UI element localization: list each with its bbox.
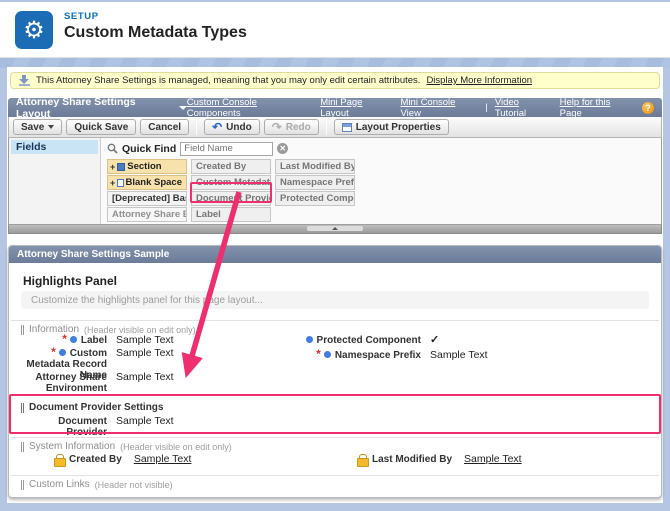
palette-item-attorney-share-en[interactable]: Attorney Share En... <box>107 207 187 222</box>
splitter-handle-icon[interactable] <box>307 226 363 231</box>
section-grip-icon <box>21 442 24 452</box>
highlights-panel-title: Highlights Panel <box>23 274 117 288</box>
palette-item-last-modified-by[interactable]: Last Modified By <box>275 159 355 174</box>
mini-console-view-link[interactable]: Mini Console View <box>401 97 479 119</box>
clear-search-icon[interactable]: ✕ <box>277 143 288 154</box>
custom-console-components-link[interactable]: Custom Console Components <box>187 97 314 119</box>
section-divider <box>11 320 659 321</box>
palette-column-3: Last Modified By Namespace Prefix Protec… <box>275 159 355 223</box>
palette-item-deprecated-base[interactable]: [Deprecated] Base... <box>107 191 187 206</box>
plus-icon: + <box>110 177 115 189</box>
setup-header: ⚙ SETUP Custom Metadata Types <box>0 2 670 58</box>
highlights-panel-bar[interactable]: Customize the highlights panel for this … <box>21 291 649 309</box>
setup-gear-icon: ⚙ <box>15 11 53 49</box>
undo-button[interactable]: ↶Undo <box>204 119 260 135</box>
field-dot-icon <box>70 336 77 343</box>
sidebar-item-fields[interactable]: Fields <box>11 140 98 154</box>
save-dropdown-icon[interactable] <box>48 125 54 129</box>
cancel-button[interactable]: Cancel <box>140 119 189 135</box>
palette-column-1: +Section +Blank Space [Deprecated] Base.… <box>107 159 187 223</box>
layout-dropdown-icon[interactable] <box>179 106 187 110</box>
section-grip-icon <box>21 325 24 335</box>
toolbar-divider <box>326 120 327 135</box>
setup-eyebrow: SETUP <box>64 11 99 22</box>
field-row-namespace-prefix[interactable]: *Namespace Prefix Sample Text <box>304 350 488 361</box>
help-for-this-page-link[interactable]: Help for this Page <box>560 97 635 119</box>
salesforce-setup-screen: ⚙ SETUP Custom Metadata Types This Attor… <box>0 0 670 511</box>
toolbar-divider <box>196 120 197 135</box>
field-row-label[interactable]: *Label Sample Text <box>21 335 174 346</box>
palette-column-2: Created By Custom Metadata R... Document… <box>191 159 271 223</box>
palette-item-created-by[interactable]: Created By <box>191 159 271 174</box>
video-tutorial-link[interactable]: Video Tutorial <box>495 97 553 119</box>
palette-item-custom-metadata-r[interactable]: Custom Metadata R... <box>191 175 271 190</box>
required-icon: * <box>51 348 56 357</box>
required-icon: * <box>62 335 67 344</box>
field-row-attorney-share-environment[interactable]: Attorney Share Environment Sample Text <box>21 372 174 394</box>
layout-editor: Attorney Share Settings Layout Custom Co… <box>8 98 662 234</box>
section-grip-icon <box>21 480 24 490</box>
layout-properties-icon <box>342 123 352 132</box>
content-area: This Attorney Share Settings is managed,… <box>7 67 663 503</box>
palette-item-label[interactable]: Label <box>191 207 271 222</box>
blank-space-icon <box>117 179 123 187</box>
sample-layout-panel: Attorney Share Settings Sample Highlight… <box>8 245 662 498</box>
save-button[interactable]: Save <box>13 119 62 135</box>
palette-splitter[interactable] <box>8 225 662 234</box>
redo-icon: ↷ <box>272 122 282 132</box>
section-icon <box>117 163 125 171</box>
layout-name[interactable]: Attorney Share Settings Layout <box>16 96 173 120</box>
editor-toolbar: Save Quick Save Cancel ↶Undo ↷Redo Layou… <box>8 117 662 138</box>
section-divider <box>11 437 659 438</box>
palette-main: Quick Find ✕ +Section +Blank Space [Depr… <box>101 138 661 224</box>
quick-find-input[interactable] <box>180 142 273 156</box>
quick-find-label: Quick Find <box>122 143 176 155</box>
undo-icon: ↶ <box>212 122 222 132</box>
palette-item-protected-component[interactable]: Protected Component <box>275 191 355 206</box>
field-palette: Fields Quick Find ✕ +Section +Blank Spac… <box>8 138 662 225</box>
field-row-created-by[interactable]: Created By Sample Text <box>54 454 191 465</box>
palette-sidebar: Fields <box>9 138 101 224</box>
field-row-document-provider[interactable]: Document Provider Sample Text <box>21 416 174 438</box>
field-row-protected-component[interactable]: Protected Component ✓ <box>304 335 439 346</box>
palette-item-blank-space[interactable]: +Blank Space <box>107 175 187 190</box>
quick-save-button[interactable]: Quick Save <box>66 119 136 135</box>
custom-links-section-header[interactable]: Custom Links (Header not visible) <box>21 479 173 490</box>
editor-links: Custom Console Components Mini Page Layo… <box>187 97 654 119</box>
field-row-last-modified-by[interactable]: Last Modified By Sample Text <box>357 454 522 465</box>
system-information-section-header[interactable]: System Information (Header visible on ed… <box>21 441 232 452</box>
palette-item-section[interactable]: +Section <box>107 159 187 174</box>
search-icon <box>107 143 118 154</box>
field-dot-icon <box>306 336 313 343</box>
palette-item-document-provider[interactable]: Document Provider <box>191 191 271 206</box>
page-title: Custom Metadata Types <box>64 24 247 42</box>
banner-message: This Attorney Share Settings is managed,… <box>36 75 420 86</box>
redo-button[interactable]: ↷Redo <box>264 119 319 135</box>
plus-icon: + <box>110 161 115 173</box>
required-icon: * <box>316 350 321 359</box>
checkbox-checked-icon: ✓ <box>430 335 439 346</box>
section-divider <box>11 475 659 476</box>
lock-icon <box>357 454 367 465</box>
palette-item-namespace-prefix[interactable]: Namespace Prefix <box>275 175 355 190</box>
mini-page-layout-link[interactable]: Mini Page Layout <box>320 97 393 119</box>
quick-find-row: Quick Find ✕ <box>107 141 661 156</box>
section-grip-icon <box>21 403 24 413</box>
managed-package-banner: This Attorney Share Settings is managed,… <box>10 72 660 89</box>
layout-properties-button[interactable]: Layout Properties <box>334 119 449 135</box>
display-more-information-link[interactable]: Display More Information <box>426 75 532 86</box>
lock-icon <box>54 454 64 465</box>
field-dot-icon <box>324 351 331 358</box>
managed-package-icon <box>19 75 30 86</box>
sample-header: Attorney Share Settings Sample <box>9 246 661 263</box>
link-divider: | <box>485 102 487 113</box>
field-dot-icon <box>59 349 66 356</box>
palette-grid: +Section +Blank Space [Deprecated] Base.… <box>107 159 661 223</box>
help-icon[interactable]: ? <box>642 102 654 114</box>
document-provider-settings-header[interactable]: Document Provider Settings <box>21 402 163 413</box>
editor-titlebar: Attorney Share Settings Layout Custom Co… <box>8 98 662 117</box>
